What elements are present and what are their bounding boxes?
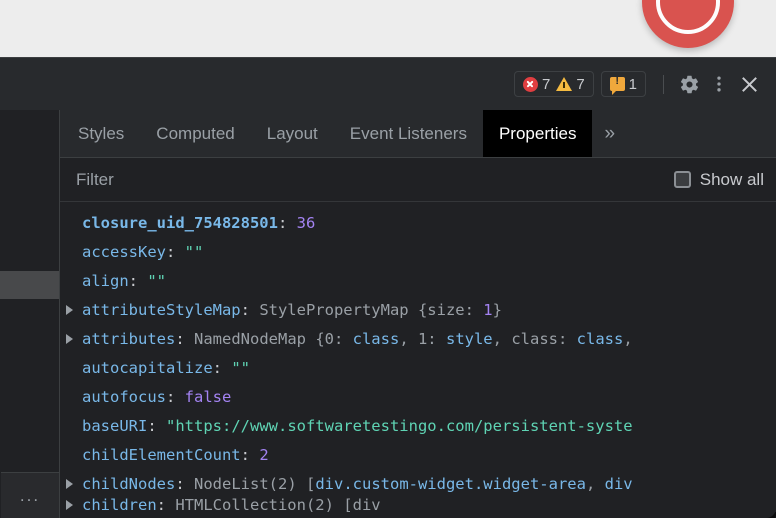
property-name: align [82,271,129,290]
warning-icon [556,77,573,91]
devtools-screenshot: 7 7 1 [0,0,776,518]
property-value: "" [147,271,167,290]
gear-icon[interactable] [674,69,704,99]
property-separator: : [277,213,297,232]
property-value: 2 [259,445,269,464]
chevron-right-icon [66,500,73,510]
property-separator: : [240,300,260,319]
expand-triangle-icon[interactable] [66,500,82,510]
selected-dom-node-row[interactable] [0,271,59,299]
expand-triangle-icon[interactable] [66,333,82,344]
property-row[interactable]: accessKey: "" [60,237,776,266]
devtools-tabs: Styles Computed Layout Event Listeners P… [60,110,776,158]
close-icon[interactable] [734,69,764,99]
property-row[interactable]: autocapitalize: "" [60,353,776,382]
issue-message-item[interactable]: 1 [609,75,637,95]
issue-message-icon [609,75,625,95]
property-value: false [184,387,232,406]
properties-filter-bar: Show all [60,158,776,202]
tab-event-listeners[interactable]: Event Listeners [334,110,483,157]
property-row[interactable]: childElementCount: 2 [60,440,776,469]
devtools-toolbar: 7 7 1 [0,58,776,110]
property-name: autocapitalize [82,358,213,377]
property-row-partial[interactable]: children: HTMLCollection(2) [div [60,498,776,512]
property-value: 36 [296,213,316,232]
red-circle-logo-icon [642,0,734,48]
property-row[interactable]: autofocus: false [60,382,776,411]
property-row[interactable]: childNodes: NodeList(2) [div.custom-widg… [60,469,776,498]
property-separator: : [175,474,194,493]
tab-computed[interactable]: Computed [140,110,250,157]
property-name: autofocus [82,387,166,406]
devtools-panel: 7 7 1 [0,57,776,518]
property-value: StylePropertyMap {size: 1} [259,300,502,319]
property-row[interactable]: align: "" [60,266,776,295]
property-separator: : [212,358,232,377]
dom-tree-strip[interactable]: ... [0,110,60,518]
property-name: closure_uid_754828501 [82,213,278,232]
chevron-double-right-icon[interactable]: » [592,110,627,157]
expand-triangle-icon[interactable] [66,478,82,489]
property-value: "" [231,358,250,377]
filter-input[interactable] [76,169,496,190]
property-value: NamedNodeMap {0: class, 1: style, class:… [194,329,633,348]
warning-counter[interactable]: 7 [556,75,585,93]
property-separator: : [147,416,166,435]
property-row[interactable]: attributeStyleMap: StylePropertyMap {siz… [60,295,776,324]
property-row[interactable]: closure_uid_754828501: 36 [60,208,776,237]
property-name: accessKey [82,242,166,261]
property-separator: : [240,445,260,464]
property-name: children [82,498,157,512]
error-count: 7 [541,75,551,93]
property-value: HTMLCollection(2) [div [175,498,381,512]
chevron-right-icon [66,333,73,344]
tab-properties[interactable]: Properties [482,110,593,157]
toolbar-divider [663,74,664,94]
property-value: NodeList(2) [div.custom-widget.widget-ar… [194,474,633,493]
expand-triangle-icon[interactable] [66,304,82,315]
property-separator: : [128,271,148,290]
warning-count: 7 [576,75,585,93]
property-name: childNodes [82,474,176,493]
error-icon [522,76,538,92]
property-separator: : [166,387,185,406]
issues-counter[interactable]: 1 [600,71,646,97]
show-all-checkbox[interactable] [673,171,691,188]
error-warning-counters[interactable]: 7 7 [513,71,594,97]
chevron-right-icon [66,304,73,315]
property-name: attributeStyleMap [82,300,241,319]
property-name: childElementCount [82,445,241,464]
tab-styles[interactable]: Styles [60,110,140,157]
tab-layout[interactable]: Layout [251,110,334,157]
dom-tree-more-button[interactable]: ... [1,472,59,518]
property-row[interactable]: baseURI: "https://www.softwaretestingo.c… [60,411,776,440]
property-name: baseURI [82,416,148,435]
property-value: "" [184,242,204,261]
properties-list[interactable]: closure_uid_754828501: 36 accessKey: "" al… [60,202,776,518]
property-separator: : [175,329,194,348]
kebab-menu-icon[interactable] [704,69,734,99]
issue-count: 1 [628,75,637,93]
property-row[interactable]: attributes: NamedNodeMap {0: class, 1: s… [60,324,776,353]
property-separator: : [166,242,185,261]
show-all-label: Show all [699,169,764,189]
error-counter[interactable]: 7 [522,75,551,93]
property-name: attributes [82,329,176,348]
show-all-toggle[interactable]: Show all [673,169,764,190]
property-separator: : [156,498,176,512]
property-value: "https://www.softwaretestingo.com/persis… [166,416,633,435]
web-page-area [0,0,776,57]
chevron-right-icon [66,478,73,489]
